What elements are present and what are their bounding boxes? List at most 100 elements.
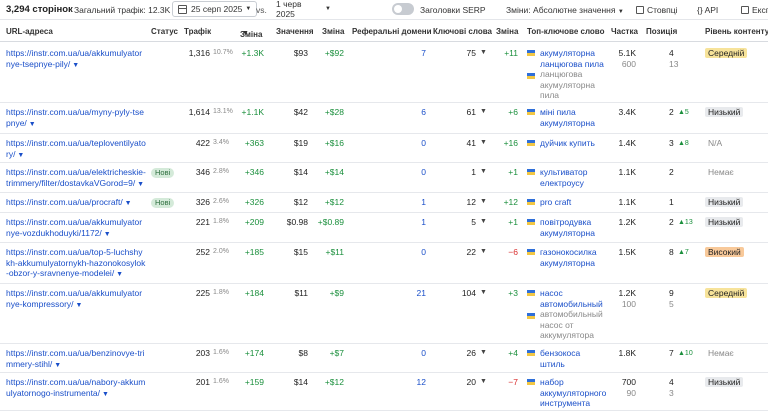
- url-link[interactable]: https://instr.com.ua/ua/top-5-luchshykh-…: [6, 247, 146, 281]
- export-button[interactable]: Експ: [741, 5, 768, 15]
- keywords-count[interactable]: 41: [446, 138, 476, 149]
- traffic-percent: 2.0%: [213, 248, 229, 255]
- url-link[interactable]: https://instr.com.ua/ua/myny-pyly-tsepny…: [6, 107, 146, 130]
- position-primary: 4: [669, 48, 674, 58]
- col-content-level[interactable]: Рівень контенту к: [705, 27, 768, 36]
- url-link[interactable]: https://instr.com.ua/ua/procraft/ ▼: [6, 197, 146, 210]
- url-link[interactable]: https://instr.com.ua/ua/akkumulyatornye-…: [6, 217, 146, 240]
- url-link[interactable]: https://instr.com.ua/ua/elektricheskie-t…: [6, 167, 146, 190]
- content-level-badge: Низький: [705, 197, 744, 207]
- ref-domains-link[interactable]: 21: [396, 288, 426, 299]
- chevron-down-icon[interactable]: ▼: [480, 247, 487, 258]
- ref-domains-link[interactable]: 7: [396, 48, 426, 59]
- top-keyword-link[interactable]: газонокосилка акумуляторна: [540, 247, 606, 268]
- col-kw-change[interactable]: Зміна: [496, 27, 518, 36]
- col-volume[interactable]: Частка: [611, 27, 638, 36]
- top-keyword[interactable]: культиватор електроусу: [540, 167, 587, 188]
- keywords-count[interactable]: 75: [446, 48, 476, 59]
- top-keyword-link[interactable]: міні пила акумуляторна: [540, 107, 606, 128]
- url-link[interactable]: https://instr.com.ua/ua/benzinovye-trimm…: [6, 348, 146, 371]
- chevron-down-icon[interactable]: ▼: [102, 231, 111, 238]
- chevron-down-icon[interactable]: ▼: [480, 138, 487, 149]
- ukraine-flag-icon: [527, 379, 535, 385]
- chevron-down-icon[interactable]: ▼: [27, 121, 36, 128]
- top-keyword[interactable]: міні пила акумуляторна: [540, 107, 595, 128]
- top-keyword[interactable]: бензокоса штиль: [540, 348, 580, 369]
- top-keyword[interactable]: газонокосилка акумуляторна: [540, 247, 597, 268]
- chevron-down-icon[interactable]: ▼: [480, 288, 487, 299]
- chevron-down-icon[interactable]: ▼: [15, 152, 24, 159]
- keywords-count[interactable]: 22: [446, 247, 476, 258]
- ref-domains-link[interactable]: 0: [396, 348, 426, 359]
- chevron-down-icon[interactable]: ▼: [123, 200, 132, 207]
- serp-headers-toggle[interactable]: [392, 3, 414, 15]
- url-link[interactable]: https://instr.com.ua/ua/akkumulyatornye-…: [6, 48, 146, 71]
- date-picker-button[interactable]: 25 серп 2025 ▼: [172, 1, 257, 17]
- ref-domains-link[interactable]: 0: [396, 247, 426, 258]
- chevron-down-icon[interactable]: ▼: [100, 391, 109, 398]
- col-ref-domains[interactable]: Реферальні домени: [352, 27, 432, 36]
- top-keyword-link[interactable]: бензокоса штиль: [540, 348, 606, 369]
- top-keyword[interactable]: pro craft: [540, 197, 571, 207]
- changes-dropdown[interactable]: Зміни: Абсолютне значення ▼: [506, 5, 624, 15]
- top-keyword-link[interactable]: насос автомобильный автомобильный насос о…: [540, 288, 606, 341]
- ref-domains-link[interactable]: 6: [396, 107, 426, 118]
- top-keyword[interactable]: насос автомобильный: [540, 288, 603, 309]
- top-keyword[interactable]: повітродувка акумуляторна: [540, 217, 595, 238]
- top-keyword-link[interactable]: акумуляторна ланцюгова пила ланцюгова аку…: [540, 48, 606, 101]
- chevron-down-icon[interactable]: ▼: [135, 181, 144, 188]
- sort-down-icon: ▼: [242, 30, 249, 37]
- keywords-count[interactable]: 12: [446, 197, 476, 208]
- col-position[interactable]: Позиція: [646, 27, 677, 36]
- chevron-down-icon[interactable]: ▼: [480, 107, 487, 118]
- top-keyword-link[interactable]: pro craft: [540, 197, 606, 208]
- keywords-count[interactable]: 5: [446, 217, 476, 228]
- top-keyword[interactable]: дуйчик купить: [540, 138, 595, 148]
- col-top-keyword[interactable]: Топ-ключове слово: [527, 27, 605, 36]
- keywords-count[interactable]: 1: [446, 167, 476, 178]
- search-volume: 1.2K: [616, 217, 637, 228]
- content-level-badge: Низький: [705, 107, 744, 117]
- chevron-down-icon[interactable]: ▼: [480, 48, 487, 59]
- col-keywords[interactable]: Ключові слова: [433, 27, 492, 36]
- chevron-down-icon[interactable]: ▼: [70, 62, 79, 69]
- chevron-down-icon[interactable]: ▼: [480, 377, 487, 388]
- keywords-change: −7: [508, 377, 518, 387]
- top-keyword-link[interactable]: повітродувка акумуляторна: [540, 217, 606, 238]
- top-keyword[interactable]: акумуляторна ланцюгова пила: [540, 48, 604, 69]
- chevron-down-icon[interactable]: ▼: [480, 167, 487, 178]
- top-keyword[interactable]: набор аккумуляторного инструмента: [540, 377, 606, 408]
- top-keyword-link[interactable]: набор аккумуляторного инструмента: [540, 377, 606, 409]
- chevron-down-icon[interactable]: ▼: [480, 197, 487, 208]
- url-link[interactable]: https://instr.com.ua/ua/akkumulyatornye-…: [6, 288, 146, 311]
- content-level-badge: Середній: [705, 48, 748, 58]
- api-button[interactable]: {} API: [697, 5, 718, 15]
- ref-domains-link[interactable]: 1: [396, 197, 426, 208]
- keywords-count[interactable]: 61: [446, 107, 476, 118]
- ref-domains-link[interactable]: 1: [396, 217, 426, 228]
- url-link[interactable]: https://instr.com.ua/ua/teploventilyator…: [6, 138, 146, 161]
- url-link[interactable]: https://instr.com.ua/ua/nabory-akkumulya…: [6, 377, 146, 400]
- col-status[interactable]: Статус: [151, 27, 178, 36]
- columns-button[interactable]: Стовпці: [636, 5, 678, 15]
- chevron-down-icon[interactable]: ▼: [74, 302, 83, 309]
- top-keyword-link[interactable]: культиватор електроусу: [540, 167, 606, 188]
- col-traffic[interactable]: Трафік: [184, 27, 211, 36]
- col-url[interactable]: URL-адреса: [6, 27, 53, 36]
- keywords-count[interactable]: 20: [446, 377, 476, 388]
- top-keyword-link[interactable]: дуйчик купить: [540, 138, 606, 149]
- vs-label: vs.: [256, 4, 267, 15]
- chevron-down-icon[interactable]: ▼: [480, 217, 487, 228]
- ref-domains-link[interactable]: 0: [396, 138, 426, 149]
- value-amount: $15: [293, 247, 308, 257]
- col-value-change[interactable]: Зміна: [322, 27, 344, 36]
- chevron-down-icon[interactable]: ▼: [52, 362, 61, 369]
- ref-domains-link[interactable]: 12: [396, 377, 426, 388]
- compare-date-button[interactable]: 1 черв 2025 ▼: [271, 0, 331, 19]
- keywords-count[interactable]: 104: [446, 288, 476, 299]
- chevron-down-icon[interactable]: ▼: [480, 348, 487, 359]
- keywords-count[interactable]: 26: [446, 348, 476, 359]
- ref-domains-link[interactable]: 0: [396, 167, 426, 178]
- col-value[interactable]: Значення: [276, 27, 314, 36]
- chevron-down-icon[interactable]: ▼: [114, 271, 123, 278]
